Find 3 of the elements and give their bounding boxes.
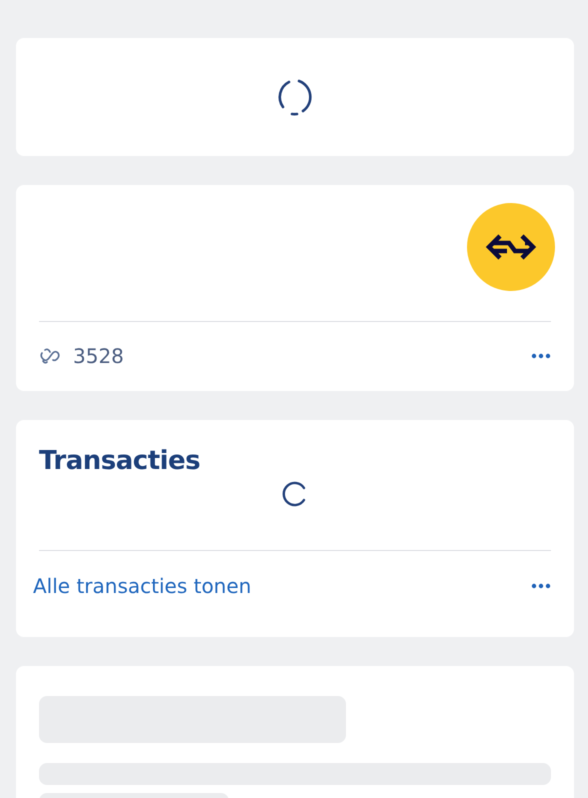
card-number: 3528 (73, 344, 124, 368)
section-title: Transacties (39, 445, 202, 476)
all-transactions-link[interactable]: Alle transacties tonen (33, 574, 252, 598)
